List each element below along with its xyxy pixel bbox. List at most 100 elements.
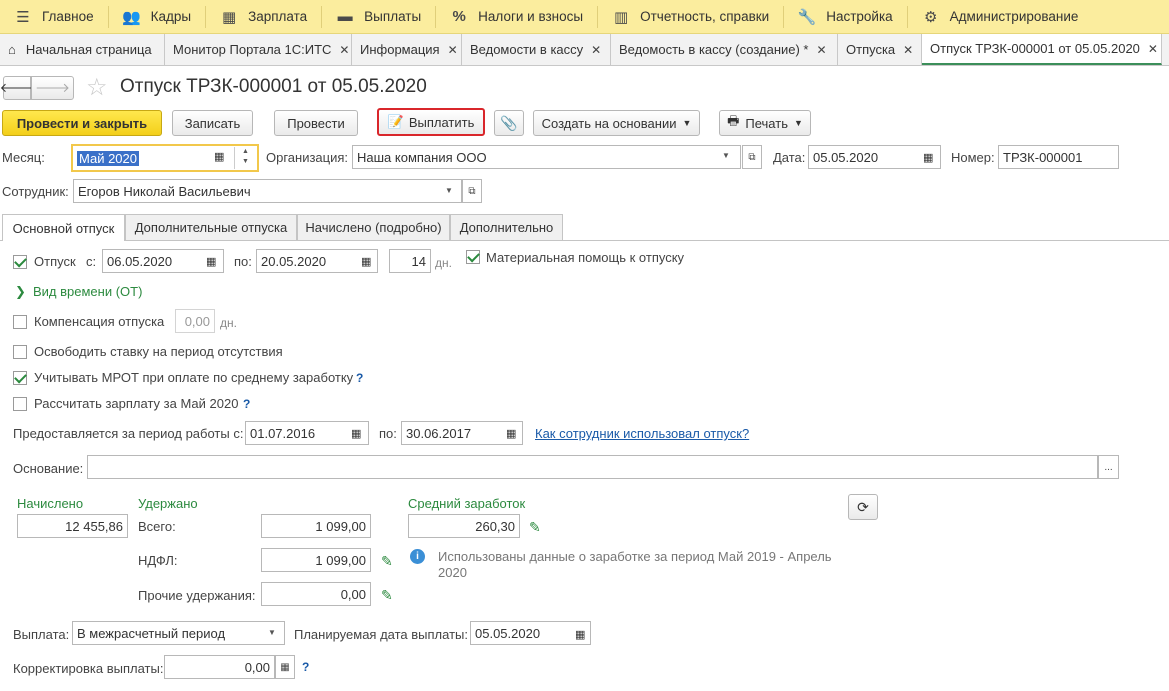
home-icon: ⌂ bbox=[8, 42, 16, 57]
material-help-checkbox[interactable] bbox=[466, 250, 480, 264]
vacation-to-field[interactable]: 20.05.2020 bbox=[256, 249, 378, 273]
menu-item-settings[interactable]: 🔧 Настройка bbox=[784, 0, 906, 34]
compensation-days-field[interactable]: 0,00 bbox=[175, 309, 215, 333]
tab-additional[interactable]: Дополнительно bbox=[450, 214, 563, 240]
info-text-line1: Использованы данные о заработке за перио… bbox=[438, 549, 832, 564]
help-icon[interactable]: ? bbox=[356, 371, 363, 385]
close-icon[interactable]: ✕ bbox=[817, 43, 827, 57]
chevron-right-icon[interactable]: ❯ bbox=[15, 284, 26, 300]
tab-cash-statement-new[interactable]: Ведомость в кассу (создание) * ✕ bbox=[611, 34, 838, 65]
print-button[interactable]: 🖶 Печать ▼ bbox=[719, 110, 811, 136]
dropdown-arrow-icon[interactable]: ▼ bbox=[445, 186, 453, 195]
close-icon[interactable]: ✕ bbox=[339, 43, 349, 57]
compensation-checkbox[interactable] bbox=[13, 315, 27, 329]
menu-item-hr[interactable]: 👥 Кадры bbox=[109, 0, 205, 34]
vacation-checkbox[interactable] bbox=[13, 255, 27, 269]
organization-field[interactable]: Наша компания ООО bbox=[352, 145, 741, 169]
planned-date-label: Планируемая дата выплаты: bbox=[294, 627, 468, 642]
menu-item-main[interactable]: ☰ Главное bbox=[0, 0, 108, 34]
menu-item-reports[interactable]: ▥ Отчетность, справки bbox=[598, 0, 783, 34]
tab-its-monitor[interactable]: Монитор Портала 1С:ИТС ✕ bbox=[165, 34, 352, 65]
pencil-icon[interactable]: ✎ bbox=[381, 587, 393, 604]
tab-home[interactable]: ⌂ Начальная страница bbox=[0, 34, 165, 65]
free-rate-checkbox[interactable] bbox=[13, 345, 27, 359]
how-used-vacation-link[interactable]: Как сотрудник использовал отпуск? bbox=[535, 426, 749, 441]
calendar-icon[interactable]: ▦ bbox=[206, 255, 216, 268]
calendar-icon[interactable]: ▦ bbox=[575, 628, 585, 641]
tab-cash-statements[interactable]: Ведомости в кассу ✕ bbox=[462, 34, 611, 65]
close-icon[interactable]: ✕ bbox=[1148, 42, 1158, 56]
menu-item-taxes[interactable]: % Налоги и взносы bbox=[436, 0, 597, 34]
tab-vacation-doc[interactable]: Отпуск ТРЗК-000001 от 05.05.2020 ✕ bbox=[922, 34, 1162, 65]
average-earnings-field[interactable]: 260,30 bbox=[408, 514, 520, 538]
withheld-label: Удержано bbox=[138, 496, 198, 511]
days-unit: дн. bbox=[435, 256, 452, 270]
paperclip-icon: 📎 bbox=[500, 114, 518, 131]
calendar-icon[interactable]: ▦ bbox=[214, 150, 224, 163]
wallet-icon: ▬ bbox=[337, 8, 353, 25]
date-label: Дата: bbox=[773, 150, 806, 165]
month-field[interactable]: Май 2020 bbox=[71, 144, 259, 172]
tab-additional-vacations[interactable]: Дополнительные отпуска bbox=[125, 214, 297, 240]
post-and-close-button[interactable]: Провести и закрыть bbox=[2, 110, 162, 136]
date-field[interactable]: 05.05.2020 bbox=[808, 145, 941, 169]
close-icon[interactable]: ✕ bbox=[591, 43, 601, 57]
accrued-field[interactable]: 12 455,86 bbox=[17, 514, 128, 538]
pencil-icon[interactable]: ✎ bbox=[529, 519, 541, 536]
tab-main-vacation[interactable]: Основной отпуск bbox=[2, 214, 125, 241]
info-icon: i bbox=[410, 549, 425, 564]
dropdown-arrow-icon: ▼ bbox=[682, 118, 692, 128]
close-icon[interactable]: ✕ bbox=[448, 43, 458, 57]
calculator-button[interactable]: ▦ bbox=[275, 655, 295, 679]
create-based-on-button[interactable]: Создать на основании ▼ bbox=[533, 110, 700, 136]
pay-icon: 📝 bbox=[387, 114, 404, 129]
calendar-icon[interactable]: ▦ bbox=[506, 427, 516, 440]
menu-item-admin[interactable]: ⚙ Администрирование bbox=[908, 0, 1093, 34]
forward-button[interactable]: 🡒 bbox=[31, 76, 74, 100]
dropdown-arrow-icon[interactable]: ▼ bbox=[722, 151, 730, 160]
open-icon: ⧉ bbox=[748, 151, 756, 163]
ndfl-label: НДФЛ: bbox=[138, 553, 178, 568]
material-help-label: Материальная помощь к отпуску bbox=[486, 250, 685, 265]
time-kind-link[interactable]: Вид времени (ОТ) bbox=[33, 284, 142, 299]
refresh-button[interactable]: ⟳ bbox=[848, 494, 878, 520]
number-field[interactable]: ТРЗК-000001 bbox=[998, 145, 1119, 169]
employee-field[interactable]: Егоров Николай Васильевич bbox=[73, 179, 462, 203]
other-withholdings-field[interactable]: 0,00 bbox=[261, 582, 371, 606]
tab-vacations[interactable]: Отпуска ✕ bbox=[838, 34, 922, 65]
calendar-icon[interactable]: ▦ bbox=[923, 151, 933, 164]
month-stepper[interactable]: ▲ ▼ bbox=[234, 147, 256, 169]
to-label: по: bbox=[234, 254, 252, 269]
ndfl-field[interactable]: 1 099,00 bbox=[261, 548, 371, 572]
dropdown-arrow-icon[interactable]: ▼ bbox=[268, 628, 276, 637]
tab-accrued-detailed[interactable]: Начислено (подробно) bbox=[297, 214, 450, 240]
payment-correction-field[interactable]: 0,00 bbox=[164, 655, 275, 679]
calendar-icon[interactable]: ▦ bbox=[351, 427, 361, 440]
menu-item-payments[interactable]: ▬ Выплаты bbox=[322, 0, 435, 34]
total-withheld-field[interactable]: 1 099,00 bbox=[261, 514, 371, 538]
employee-label: Сотрудник: bbox=[2, 184, 69, 199]
attach-button[interactable]: 📎 bbox=[494, 110, 524, 136]
back-button[interactable]: 🡐 bbox=[0, 76, 34, 100]
calendar-icon[interactable]: ▦ bbox=[361, 255, 371, 268]
help-icon[interactable]: ? bbox=[302, 660, 309, 674]
basis-field[interactable] bbox=[87, 455, 1098, 479]
open-organization-button[interactable]: ⧉ bbox=[742, 145, 762, 169]
pencil-icon[interactable]: ✎ bbox=[381, 553, 393, 570]
planned-date-field[interactable]: 05.05.2020 bbox=[470, 621, 591, 645]
days-field[interactable]: 14 bbox=[389, 249, 431, 273]
menu-item-salary[interactable]: ▦ Зарплата bbox=[206, 0, 321, 34]
work-period-to-field[interactable]: 30.06.2017 bbox=[401, 421, 523, 445]
pay-button[interactable]: 📝 Выплатить bbox=[377, 108, 485, 136]
save-button[interactable]: Записать bbox=[172, 110, 253, 136]
help-icon[interactable]: ? bbox=[243, 397, 250, 411]
close-icon[interactable]: ✕ bbox=[903, 43, 913, 57]
tab-information[interactable]: Информация ✕ bbox=[352, 34, 462, 65]
calc-salary-checkbox[interactable] bbox=[13, 397, 27, 411]
mrot-checkbox[interactable] bbox=[13, 371, 27, 385]
payment-select[interactable]: В межрасчетный период bbox=[72, 621, 285, 645]
favorite-star-icon[interactable]: ☆ bbox=[86, 73, 108, 102]
post-button[interactable]: Провести bbox=[274, 110, 358, 136]
open-employee-button[interactable]: ⧉ bbox=[462, 179, 482, 203]
basis-select-button[interactable]: ... bbox=[1098, 455, 1119, 479]
